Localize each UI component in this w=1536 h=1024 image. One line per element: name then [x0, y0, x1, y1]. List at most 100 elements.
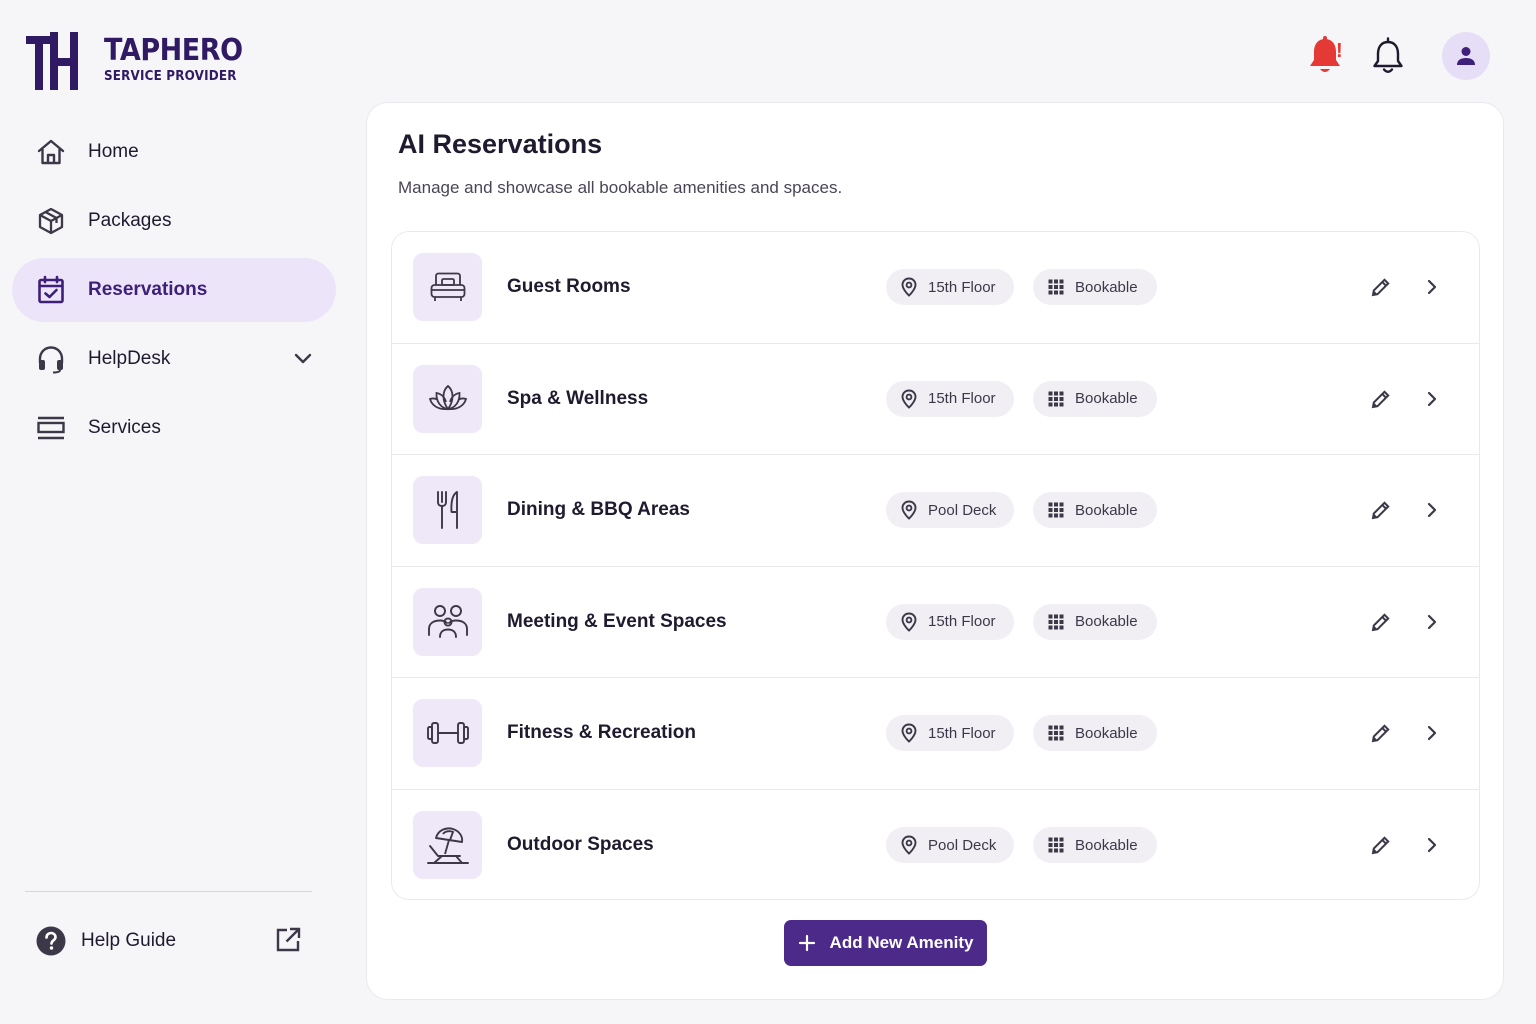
page-title: AI Reservations [398, 129, 603, 159]
chevron-right-icon[interactable] [1422, 386, 1442, 412]
grid-icon [1048, 279, 1064, 295]
chevron-right-icon[interactable] [1422, 274, 1442, 300]
edit-icon[interactable] [1368, 274, 1394, 300]
amenity-name: Guest Rooms [507, 276, 631, 298]
edit-icon[interactable] [1368, 497, 1394, 523]
chevron-right-icon[interactable] [1422, 609, 1442, 635]
amenity-name: Fitness & Recreation [507, 722, 696, 744]
status-label: Bookable [1075, 613, 1138, 631]
page-subtitle: Manage and showcase all bookable ameniti… [398, 178, 843, 197]
brand-subtitle: SERVICE PROVIDER [104, 69, 237, 84]
help-circle-icon [36, 926, 66, 956]
external-link-icon[interactable] [274, 926, 302, 959]
amenity-row-fitness-recreation[interactable]: Fitness & Recreation 15th Floor Bookable [392, 678, 1479, 790]
location-chip: 15th Floor [886, 269, 1014, 306]
add-amenity-button[interactable]: Add New Amenity [784, 920, 987, 966]
status-chip: Bookable [1033, 380, 1157, 417]
amenity-icon-tile [413, 587, 482, 656]
package-icon [36, 206, 66, 236]
status-label: Bookable [1075, 724, 1138, 742]
status-chip: Bookable [1033, 827, 1157, 864]
chevron-right-icon[interactable] [1422, 497, 1442, 523]
location-chip: 15th Floor [886, 603, 1014, 640]
profile-avatar[interactable] [1442, 32, 1490, 80]
sidebar-item-label: Packages [88, 210, 172, 231]
sidebar-item-services[interactable]: Services [12, 396, 336, 460]
map-pin-icon [901, 500, 917, 521]
edit-icon[interactable] [1368, 609, 1394, 635]
beach-chair-icon [426, 827, 469, 865]
edit-icon[interactable] [1368, 720, 1394, 746]
plus-icon [798, 934, 816, 952]
amenity-icon-tile [413, 699, 482, 768]
header-actions: ! [1308, 32, 1490, 80]
alerts-button[interactable]: ! [1308, 36, 1348, 76]
amenity-row-meeting-event[interactable]: Meeting & Event Spaces 15th Floor Bookab… [392, 567, 1479, 678]
amenity-name: Dining & BBQ Areas [507, 499, 690, 521]
sidebar-item-label: Home [88, 141, 139, 162]
brand-name: TAPHERO [104, 33, 243, 68]
chevron-right-icon[interactable] [1422, 720, 1442, 746]
amenity-name: Outdoor Spaces [507, 834, 654, 856]
sidebar-nav: Home Packages Reservations HelpDesk Serv… [12, 120, 336, 465]
sidebar-item-label: Reservations [88, 279, 208, 300]
dumbbell-icon [426, 722, 469, 745]
sidebar-item-helpdesk[interactable]: HelpDesk [12, 327, 336, 391]
location-label: Pool Deck [928, 501, 997, 519]
bell-icon [1373, 37, 1403, 73]
amenity-icon-tile [413, 476, 482, 545]
grid-icon [1048, 837, 1064, 853]
amenity-icon-tile [413, 364, 482, 433]
brand-logo[interactable]: TAPHERO SERVICE PROVIDER [26, 32, 258, 90]
sidebar-item-reservations[interactable]: Reservations [12, 258, 336, 322]
chevron-right-icon[interactable] [1422, 832, 1442, 858]
amenity-row-dining-bbq[interactable]: Dining & BBQ Areas Pool Deck Bookable [392, 455, 1479, 567]
grid-icon [1048, 502, 1064, 518]
amenity-row-outdoor-spaces[interactable]: Outdoor Spaces Pool Deck Bookable [392, 790, 1479, 900]
location-chip: Pool Deck [886, 492, 1014, 529]
home-icon [36, 137, 66, 167]
amenity-list: Guest Rooms 15th Floor Bookable Spa & We… [391, 231, 1480, 900]
amenity-icon-tile [413, 253, 482, 322]
map-pin-icon [901, 612, 917, 632]
grid-icon [1048, 614, 1064, 630]
location-label: 15th Floor [928, 724, 996, 742]
status-chip: Bookable [1033, 269, 1157, 306]
bed-icon [430, 272, 465, 302]
amenity-name: Spa & Wellness [507, 387, 649, 409]
status-chip: Bookable [1033, 603, 1157, 640]
calendar-check-icon [36, 275, 66, 305]
sidebar-item-label: HelpDesk [88, 348, 171, 369]
status-label: Bookable [1075, 836, 1138, 854]
app-root: TAPHERO SERVICE PROVIDER ! Home Packages… [0, 0, 1536, 1024]
services-icon [36, 413, 66, 443]
user-icon [1457, 47, 1475, 65]
status-chip: Bookable [1033, 492, 1157, 529]
lotus-icon [428, 384, 467, 411]
status-label: Bookable [1075, 390, 1138, 408]
location-label: Pool Deck [928, 836, 997, 854]
status-label: Bookable [1075, 278, 1138, 296]
map-pin-icon [901, 723, 917, 744]
amenity-row-spa-wellness[interactable]: Spa & Wellness 15th Floor Bookable [392, 344, 1479, 455]
sidebar-divider [25, 891, 312, 892]
status-label: Bookable [1075, 501, 1138, 519]
edit-icon[interactable] [1368, 386, 1394, 412]
amenity-icon-tile [413, 811, 482, 880]
utensils-icon [436, 491, 458, 530]
sidebar-item-packages[interactable]: Packages [12, 189, 336, 253]
notifications-button[interactable] [1368, 36, 1408, 76]
edit-icon[interactable] [1368, 832, 1394, 858]
sidebar-item-home[interactable]: Home [12, 120, 336, 184]
location-chip: Pool Deck [886, 827, 1014, 864]
sidebar-item-label: Services [88, 417, 161, 438]
location-label: 15th Floor [928, 390, 996, 408]
alert-indicator: ! [1336, 40, 1343, 62]
help-guide-link[interactable]: Help Guide [36, 922, 304, 960]
location-label: 15th Floor [928, 613, 996, 631]
logo-mark-icon [26, 32, 78, 90]
chevron-down-icon[interactable] [292, 347, 314, 374]
map-pin-icon [901, 277, 917, 298]
status-chip: Bookable [1033, 715, 1157, 752]
amenity-row-guest-rooms[interactable]: Guest Rooms 15th Floor Bookable [392, 232, 1479, 344]
